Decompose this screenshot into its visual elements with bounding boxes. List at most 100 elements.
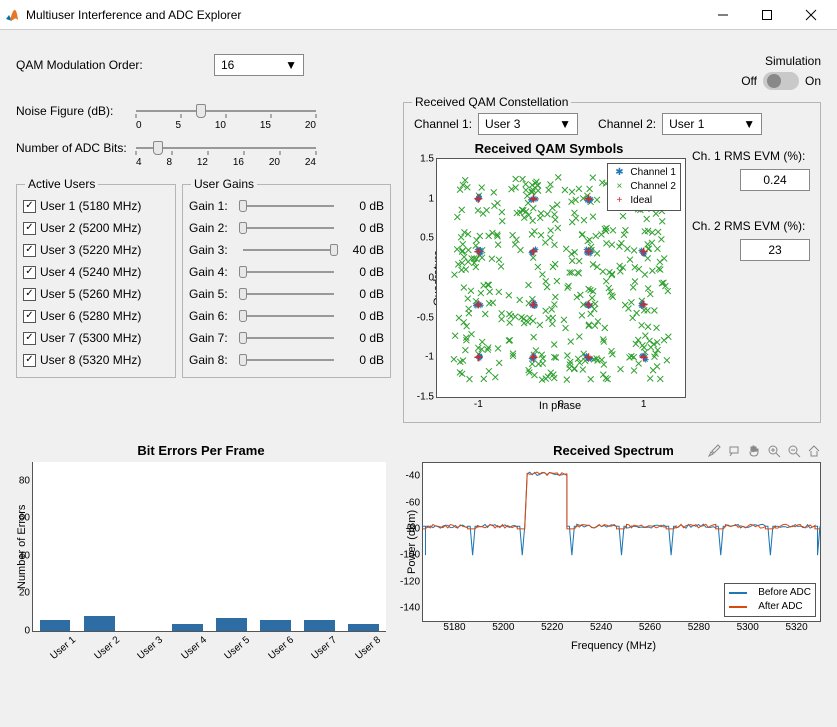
- gain-label: Gain 8:: [189, 353, 237, 367]
- gain-slider[interactable]: [243, 315, 334, 317]
- zoom-out-icon[interactable]: [787, 444, 801, 458]
- channel1-value: User 3: [485, 117, 520, 131]
- bar: [172, 624, 203, 632]
- user-checkbox-row: ✓User 3 (5220 MHz): [23, 239, 169, 261]
- spectrum-ylabel: Power (dBm): [406, 462, 418, 622]
- simulation-label: Simulation: [741, 54, 821, 68]
- brush-icon[interactable]: [707, 444, 721, 458]
- gain-row: Gain 1: 0 dB: [189, 195, 384, 217]
- gain-label: Gain 1:: [189, 199, 237, 213]
- gain-value: 0 dB: [340, 199, 384, 213]
- qam-order-dropdown[interactable]: 16 ▼: [214, 54, 304, 76]
- user-checkbox-row: ✓ User 2 (5200 MHz): [23, 217, 169, 239]
- constellation-legend: ✱Channel 1 ×Channel 2 +Ideal: [607, 163, 681, 211]
- gain-row: Gain 2: 0 dB: [189, 217, 384, 239]
- gain-label: Gain 4:: [189, 265, 237, 279]
- gain-row: Gain 4: 0 dB: [189, 261, 384, 283]
- user-label: User 1 (5180 MHz): [40, 199, 141, 213]
- gain-label: Gain 5:: [189, 287, 237, 301]
- bar-xtick: User 7: [304, 630, 344, 666]
- gain-row: Gain 3:40 dB: [189, 239, 384, 261]
- bar: [304, 620, 335, 631]
- adc-bits-row: Number of ADC Bits: 4812162024: [16, 139, 391, 168]
- close-button[interactable]: [789, 1, 833, 29]
- gain-slider[interactable]: [243, 293, 334, 295]
- gain-label: Gain 6:: [189, 309, 237, 323]
- gain-value: 40 dB: [340, 243, 384, 257]
- minimize-button[interactable]: [701, 1, 745, 29]
- noise-figure-label: Noise Figure (dB):: [16, 102, 136, 118]
- gain-row: Gain 5:0 dB: [189, 283, 384, 305]
- gain-slider[interactable]: [243, 359, 334, 361]
- gain-slider[interactable]: [243, 227, 334, 229]
- gain-value: 0 dB: [340, 353, 384, 367]
- pan-icon[interactable]: [747, 444, 761, 458]
- checkbox[interactable]: ✓: [23, 222, 36, 235]
- spectrum-toolbar: [707, 444, 821, 458]
- constellation-panel: Received QAM Constellation Channel 1: Us…: [403, 102, 821, 423]
- gain-slider[interactable]: [243, 205, 334, 207]
- channel2-dropdown[interactable]: User 1 ▼: [662, 113, 762, 135]
- home-icon[interactable]: [807, 444, 821, 458]
- user-label: User 8 (5320 MHz): [40, 353, 141, 367]
- gain-value: 0 dB: [340, 221, 384, 235]
- app-body: QAM Modulation Order: 16 ▼ Simulation Of…: [0, 30, 837, 667]
- channel1-dropdown[interactable]: User 3 ▼: [478, 113, 578, 135]
- sim-off-label: Off: [741, 74, 757, 88]
- user-checkbox-row: ✓User 7 (5300 MHz): [23, 327, 169, 349]
- user-gains-title: User Gains: [191, 177, 257, 191]
- chevron-down-icon: ▼: [743, 117, 755, 131]
- constellation-plot: Received QAM Symbols Quadrature ✱Channel…: [414, 141, 684, 412]
- spectrum-xlabel: Frequency (MHz): [406, 640, 821, 652]
- bit-errors-axes: 020406080: [32, 462, 386, 632]
- channel1-label: Channel 1:: [414, 117, 472, 131]
- bar: [216, 618, 247, 631]
- matlab-logo-icon: [4, 7, 20, 23]
- checkbox[interactable]: ✓: [23, 288, 36, 301]
- bar-xtick: User 1: [43, 630, 83, 666]
- checkbox[interactable]: ✓: [23, 200, 36, 213]
- checkbox[interactable]: ✓: [23, 332, 36, 345]
- checkbox[interactable]: ✓: [23, 266, 36, 279]
- sim-on-label: On: [805, 74, 821, 88]
- gain-row: Gain 6:0 dB: [189, 305, 384, 327]
- checkbox[interactable]: ✓: [23, 354, 36, 367]
- bar: [348, 624, 379, 632]
- window-title: Multiuser Interference and ADC Explorer: [26, 8, 701, 22]
- adc-bits-slider[interactable]: 4812162024: [136, 139, 316, 168]
- chevron-down-icon: ▼: [285, 58, 297, 72]
- spectrum-chart: Received Spectrum Power (dBm) Before ADC: [406, 443, 821, 655]
- bar: [40, 620, 71, 631]
- gain-slider[interactable]: [243, 249, 334, 251]
- qam-order-label: QAM Modulation Order:: [16, 58, 206, 72]
- noise-figure-row: Noise Figure (dB): 05101520: [16, 102, 391, 131]
- qam-order-value: 16: [221, 58, 234, 72]
- maximize-button[interactable]: [745, 1, 789, 29]
- gain-slider[interactable]: [243, 337, 334, 339]
- gain-value: 0 dB: [340, 331, 384, 345]
- user-label: User 2 (5200 MHz): [40, 221, 141, 235]
- datatip-icon[interactable]: [727, 444, 741, 458]
- user-gains-panel: User Gains Gain 1:0 dBGain 2:0 dBGain 3:…: [182, 184, 391, 378]
- titlebar: Multiuser Interference and ADC Explorer: [0, 0, 837, 30]
- checkbox[interactable]: ✓: [23, 244, 36, 257]
- gain-value: 0 dB: [340, 265, 384, 279]
- gain-slider[interactable]: [243, 271, 334, 273]
- gain-label: Gain 7:: [189, 331, 237, 345]
- qam-order-row: QAM Modulation Order: 16 ▼: [16, 54, 304, 76]
- chevron-down-icon: ▼: [559, 117, 571, 131]
- constellation-plot-title: Received QAM Symbols: [414, 141, 684, 156]
- gain-label: Gain 2:: [189, 221, 237, 235]
- zoom-in-icon[interactable]: [767, 444, 781, 458]
- bar: [84, 616, 115, 631]
- user-label: User 6 (5280 MHz): [40, 309, 141, 323]
- noise-figure-slider[interactable]: 05101520: [136, 102, 316, 131]
- checkbox[interactable]: ✓: [23, 310, 36, 323]
- simulation-toggle[interactable]: [763, 72, 799, 90]
- adc-bits-label: Number of ADC Bits:: [16, 139, 136, 155]
- bar-xtick: User 8: [348, 630, 388, 666]
- bar-xtick: User 5: [217, 630, 257, 666]
- bar-xtick: User 6: [261, 630, 301, 666]
- bar-xtick: User 4: [174, 630, 214, 666]
- user-label: User 5 (5260 MHz): [40, 287, 141, 301]
